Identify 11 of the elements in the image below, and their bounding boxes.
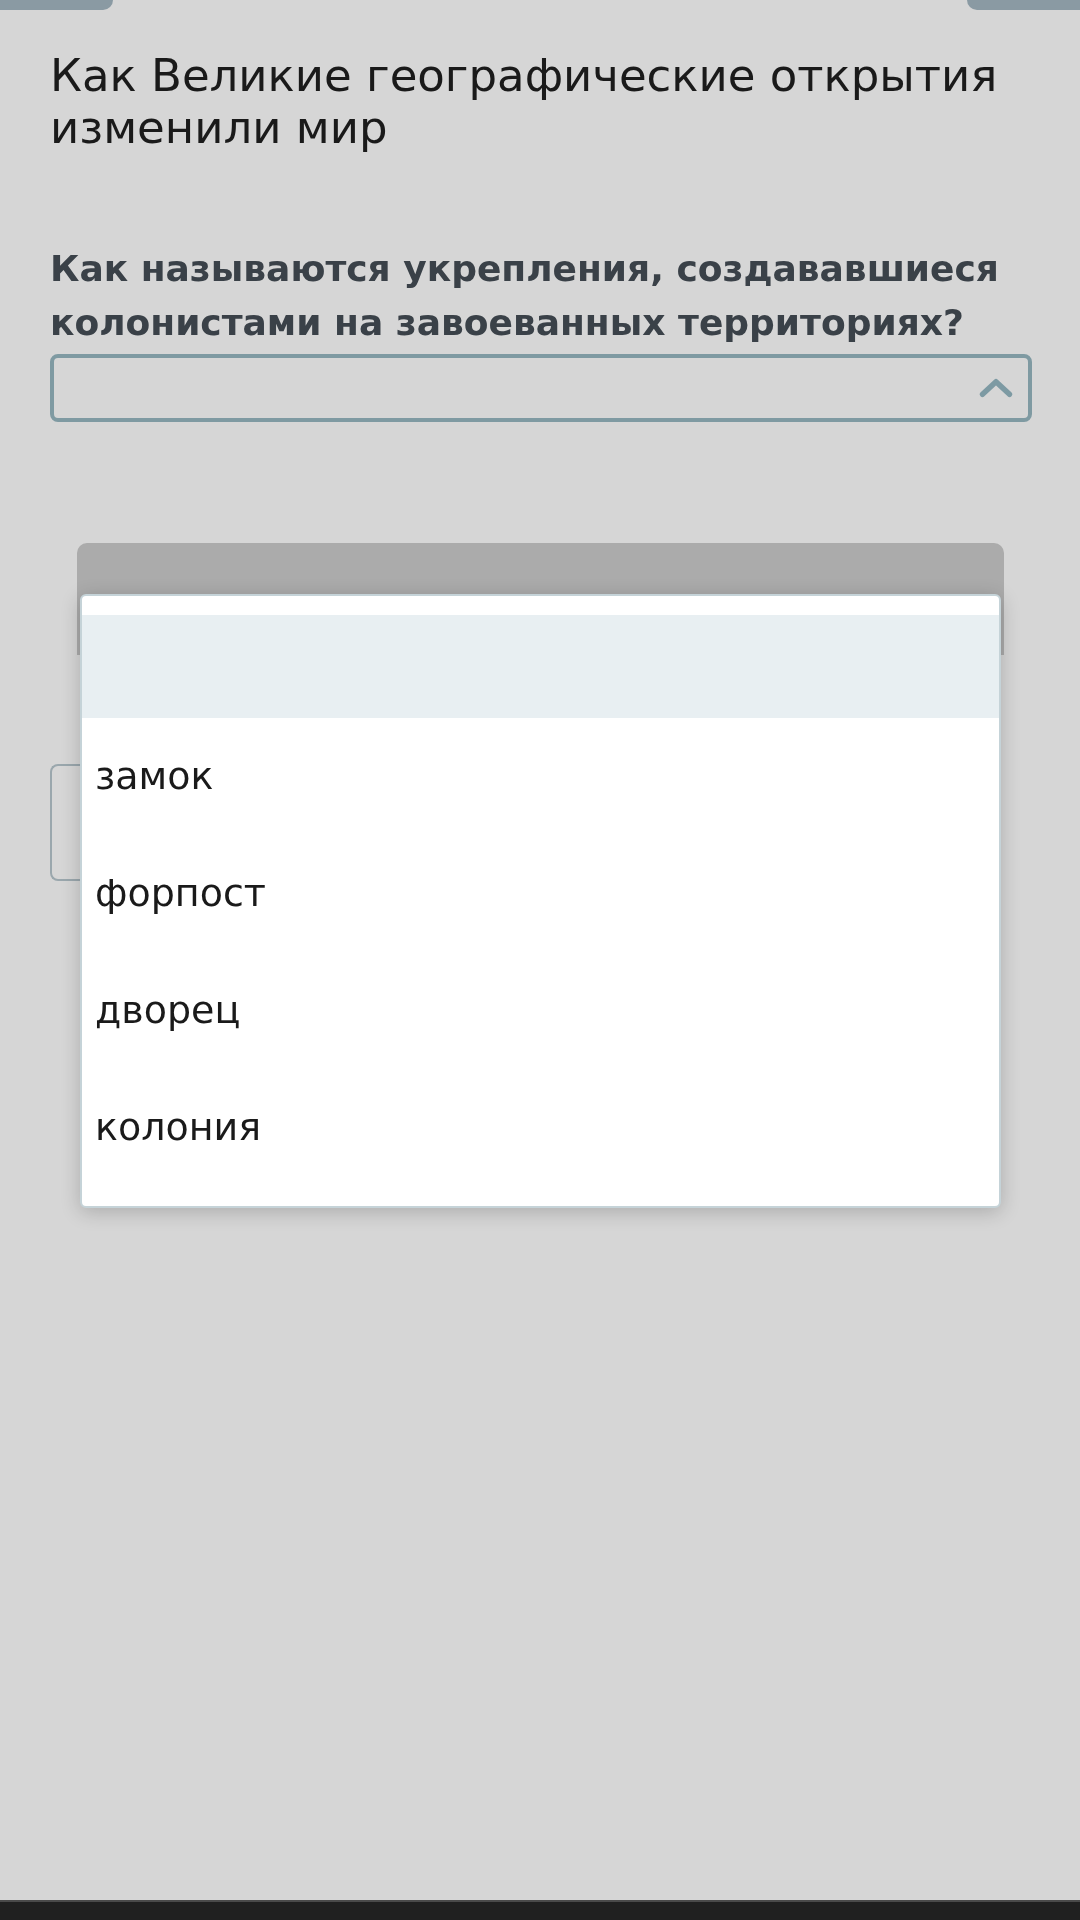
dropdown-option[interactable]: замок — [82, 718, 999, 835]
dropdown-option[interactable]: дворец — [82, 952, 999, 1069]
question-text: Как называются укрепления, создававшиеся колонистами на завоеванных территориях? — [50, 247, 1000, 345]
page-title: Как Великие географические открытия изменили мир — [50, 50, 999, 154]
tab[interactable] — [0, 0, 113, 10]
caret-icon — [978, 377, 1014, 399]
dropdown-option[interactable] — [82, 615, 999, 718]
dropdown-field[interactable] — [50, 354, 1032, 422]
dropdown-option[interactable]: колония — [82, 1069, 999, 1186]
tab[interactable] — [967, 0, 1080, 10]
dropdown-option[interactable]: форпост — [82, 835, 999, 952]
